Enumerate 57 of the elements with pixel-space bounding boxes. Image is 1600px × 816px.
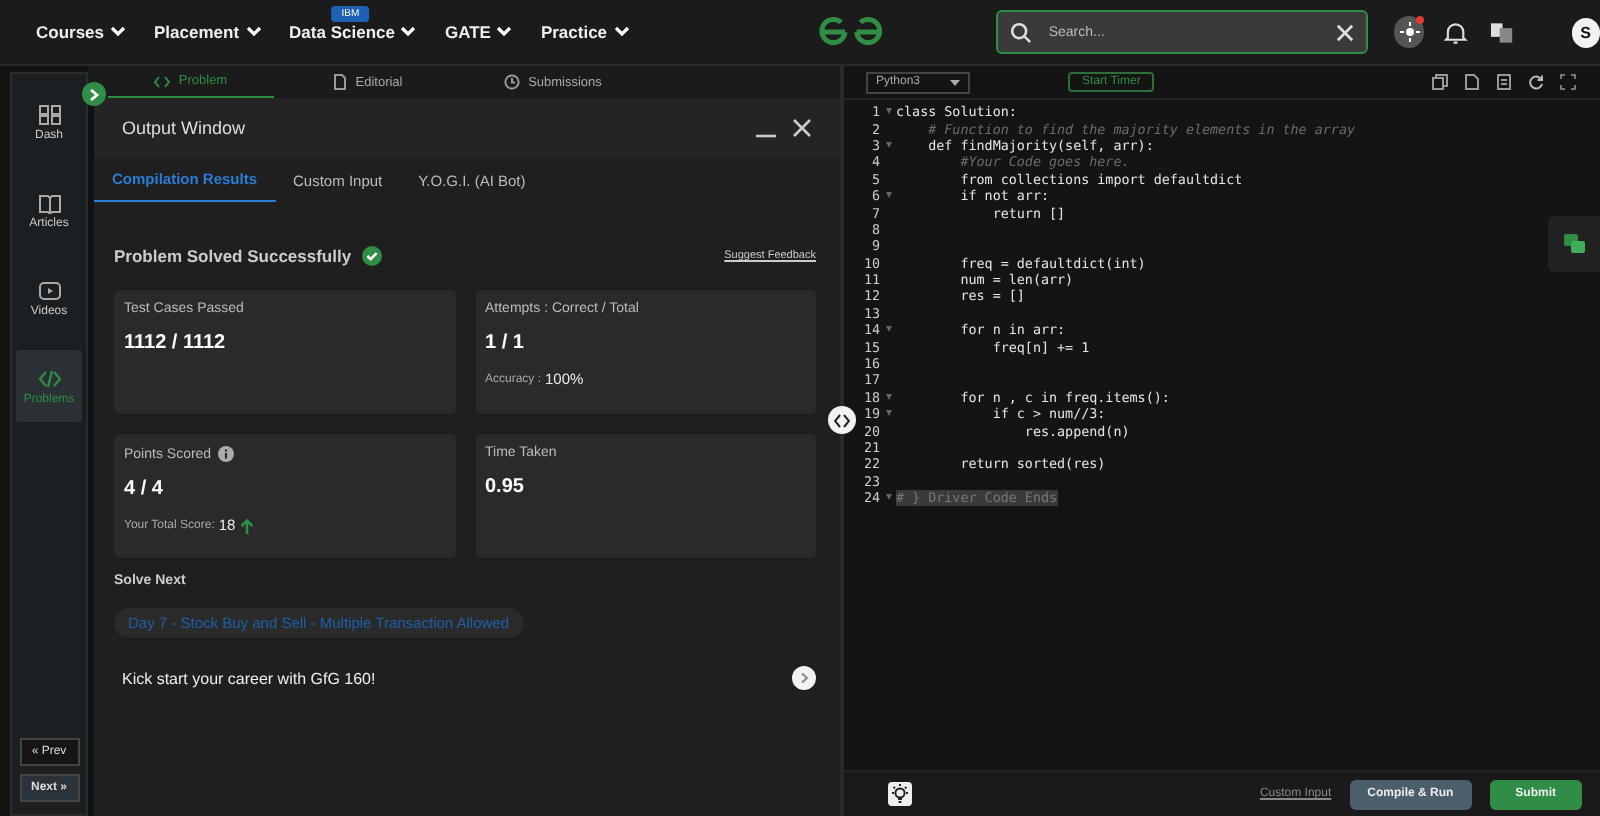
reset-icon[interactable] (1528, 74, 1544, 90)
document-icon (331, 74, 348, 90)
theme-toggle[interactable] (1393, 16, 1425, 48)
clock-icon (504, 74, 521, 90)
nav-menu[interactable]: Data Science (289, 22, 417, 42)
card-value: 4 / 4 (124, 478, 165, 500)
close-icon[interactable] (792, 118, 812, 138)
fold-icon[interactable] (885, 108, 891, 117)
bulb-icon (890, 784, 910, 804)
chevron-icon (400, 26, 417, 38)
arrows-icon (834, 413, 850, 427)
video-icon (37, 279, 61, 301)
chevron-icon (613, 26, 630, 38)
file-icon[interactable] (1464, 74, 1480, 90)
chevron-icon (110, 26, 127, 38)
hint-button[interactable] (888, 782, 912, 806)
close-icon[interactable] (1335, 23, 1354, 41)
nav-menu[interactable]: Courses (36, 22, 127, 42)
info-icon[interactable] (217, 446, 234, 462)
fold-icon[interactable] (885, 326, 891, 335)
card-value: 1 / 1 (485, 332, 526, 354)
window-title: Output Window (122, 118, 246, 138)
fold-icon[interactable] (885, 141, 891, 150)
search-icon (1010, 21, 1033, 43)
fold-icon[interactable] (885, 410, 891, 419)
document-icon[interactable] (1496, 74, 1512, 90)
nav-menu[interactable]: Practice (540, 22, 630, 42)
chat-icon (1563, 234, 1585, 254)
grid-icon (37, 103, 61, 125)
fold-icon[interactable] (885, 494, 891, 503)
card-value: 0.95 (485, 476, 526, 498)
next-arrow-button[interactable] (792, 666, 816, 690)
fold-icon[interactable] (885, 192, 891, 201)
translate-icon[interactable] (1489, 21, 1514, 43)
nav-menu[interactable]: GATE (444, 22, 513, 42)
status-text: Problem Solved Successfully (114, 246, 352, 266)
chevron-icon (496, 26, 513, 38)
logo-icon[interactable] (817, 16, 883, 48)
caret-icon (950, 79, 960, 85)
check-icon (361, 246, 382, 266)
copy-icon[interactable] (1432, 74, 1448, 90)
resize-handle[interactable] (828, 406, 856, 434)
fullscreen-icon[interactable] (1560, 74, 1576, 90)
code-icon (154, 73, 171, 89)
nav-menu[interactable]: Placement (154, 22, 262, 42)
book-icon (37, 191, 61, 213)
code-icon (37, 367, 61, 389)
chevron-icon (799, 672, 809, 684)
avatar[interactable]: S (1571, 17, 1600, 47)
chevron-icon (245, 26, 262, 38)
fold-icon[interactable] (885, 393, 891, 402)
sun-icon (1399, 22, 1420, 42)
bell-icon[interactable] (1444, 19, 1468, 45)
chat-button[interactable] (1548, 216, 1600, 272)
card-value: 1112 / 1112 (124, 332, 228, 354)
promo-text: Kick start your career with GfG 160! (122, 669, 376, 687)
chevron-icon (88, 87, 100, 101)
